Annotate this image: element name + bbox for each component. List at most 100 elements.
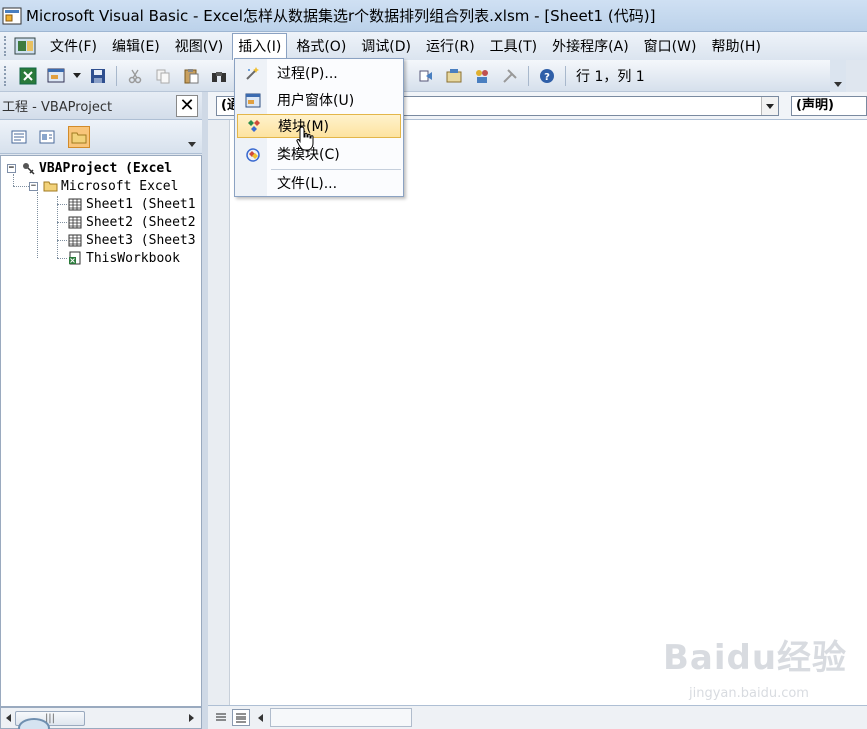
menu-item-module[interactable]: 模块(M) [237,114,401,138]
tree-node-excel-objects[interactable]: − Microsoft Excel [29,177,178,195]
hand-cursor-icon [296,126,314,151]
userform-icon [47,68,65,82]
menu-insert[interactable]: 插入(I) [232,32,288,60]
tree-connector [37,192,38,258]
view-code-icon [11,130,27,144]
toolbar-grip[interactable] [4,65,8,86]
help-button[interactable]: ? [536,65,558,87]
tree-connector [57,258,67,259]
menu-item-icon-placeholder [241,173,265,193]
menu-addins[interactable]: 外接程序(A) [546,33,635,59]
menu-item-label: 文件(L)... [277,176,338,192]
tree-node-label: Sheet2 (Sheet2 [86,214,196,230]
menu-item-procedure[interactable]: 过程(P)... [237,61,401,85]
excel-view-icon[interactable] [12,35,38,57]
userform-icon [241,90,265,110]
tree-connector [57,196,58,258]
title-bar: Microsoft Visual Basic - Excel怎样从数据集选r个数… [0,0,867,32]
menu-item-class-module[interactable]: 类模块(C) [237,142,401,166]
properties-icon [446,68,462,82]
toggle-folders-button[interactable] [68,126,90,148]
sheet-icon [67,197,83,211]
chevron-down-icon [834,82,842,87]
toolbox-button[interactable] [499,65,521,87]
view-object-button[interactable] [36,126,58,148]
code-margin-indicator-bar[interactable] [208,120,230,705]
menu-separator [271,169,401,170]
menu-run[interactable]: 运行(R) [420,33,481,59]
menu-item-file[interactable]: 文件(L)... [237,171,401,195]
insert-userform-button[interactable] [45,65,67,87]
tree-connector [57,204,67,205]
tree-node-label: Microsoft Excel [61,178,179,194]
project-panel-header: 工程 - VBAProject ✕ [0,92,202,120]
watermark-url: jingyan.baidu.com [689,686,809,701]
procedure-combo[interactable]: (声明) [791,96,867,116]
menu-format[interactable]: 格式(O) [290,33,352,59]
menu-debug[interactable]: 调试(D) [355,33,417,59]
standard-toolbar: ? 行 1，列 1 [0,60,840,92]
menu-help[interactable]: 帮助(H) [705,33,766,59]
toolbar-separator [528,65,529,86]
tree-node-vbaproject[interactable]: − VBAProject (Excel [7,159,172,177]
code-horizontal-scrollbar[interactable] [270,708,412,727]
menu-tools[interactable]: 工具(T) [484,33,543,59]
toolbar-separator [116,65,117,86]
view-code-button[interactable] [8,126,30,148]
tree-node-sheet3[interactable]: Sheet3 (Sheet3 [67,231,196,249]
menu-file[interactable]: 文件(F) [44,33,103,59]
class-module-icon [241,144,265,164]
object-browser-button[interactable] [471,65,493,87]
code-editor[interactable] [230,120,867,705]
excel-icon [19,67,37,84]
properties-button[interactable] [443,65,465,87]
procedure-view-button[interactable] [212,709,230,726]
menu-bar: 文件(F) 编辑(E) 视图(V) 插入(I) 格式(O) 调试(D) 运行(R… [0,32,867,60]
tree-node-sheet1[interactable]: Sheet1 (Sheet1 [67,195,196,213]
chevron-down-icon[interactable] [761,97,778,115]
scroll-left-icon[interactable] [258,714,263,722]
chevron-down-icon[interactable] [188,142,196,147]
help-icon: ? [540,68,554,83]
scroll-left-icon[interactable] [6,714,11,722]
binoculars-icon [212,71,226,82]
collapse-icon[interactable]: − [29,181,38,191]
chevron-down-icon[interactable] [72,65,82,87]
baidu-watermark: Baidu经验 jingyan.baidu.com [663,630,863,710]
tree-node-sheet2[interactable]: Sheet2 (Sheet2 [67,213,196,231]
procedure-combo-value: (声明) [796,98,834,113]
collapse-icon[interactable]: − [7,163,16,173]
menubar-grip[interactable] [4,36,8,56]
tree-connector [57,240,67,241]
paste-icon [184,68,199,83]
project-explorer-icon [419,70,432,81]
menu-item-label: 用户窗体(U) [277,93,355,109]
view-excel-button[interactable] [17,65,39,87]
toolbar-options-button[interactable] [830,60,846,92]
scroll-right-icon[interactable] [189,714,194,722]
find-button[interactable] [208,65,230,87]
sheet-icon [67,215,83,229]
copy-icon [156,69,170,83]
menu-edit[interactable]: 编辑(E) [106,33,166,59]
project-explorer-button[interactable] [415,65,437,87]
full-module-view-button[interactable] [232,709,250,726]
cut-button[interactable] [124,65,146,87]
watermark-logo: Baidu经验 [663,638,848,678]
toolbox-icon [503,68,517,83]
save-button[interactable] [87,65,109,87]
menu-view[interactable]: 视图(V) [169,33,230,59]
procedure-icon [241,63,265,83]
procedure-view-icon [216,713,226,721]
menu-item-userform[interactable]: 用户窗体(U) [237,88,401,112]
paste-button[interactable] [180,65,202,87]
scissors-icon [128,69,142,83]
tree-node-thisworkbook[interactable]: ThisWorkbook [67,249,180,267]
close-button[interactable]: ✕ [176,95,198,117]
project-panel-title: 工程 - VBAProject [2,100,113,115]
copy-button[interactable] [152,65,174,87]
menu-window[interactable]: 窗口(W) [638,33,703,59]
tree-connector [57,222,67,223]
folder-icon [42,179,58,193]
project-tree: − VBAProject (Excel − Microsoft Excel Sh… [0,155,202,707]
